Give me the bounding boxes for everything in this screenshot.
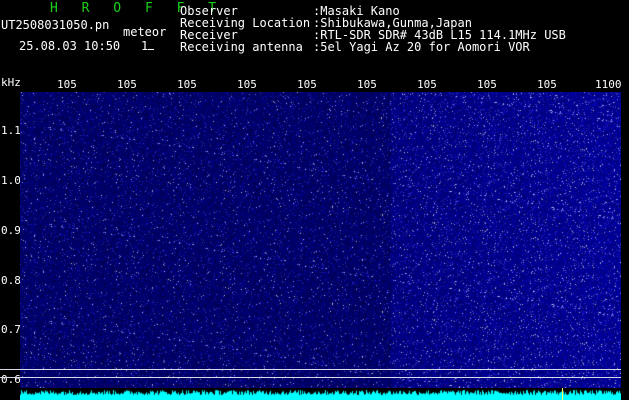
y-tick-2: 1.0	[1, 174, 21, 187]
signal-level-trace	[20, 388, 621, 400]
x-tick-3: 105	[177, 78, 197, 91]
y-tick-1: 1.1	[1, 124, 21, 137]
x-tick-1: 105	[57, 78, 77, 91]
x-tick-5: 105	[297, 78, 317, 91]
filename-label: UT2508031050.pn	[1, 18, 110, 32]
x-tick-10: 1100	[595, 78, 622, 91]
reference-line-upper	[20, 369, 621, 370]
y-tick-6: 0.6	[1, 373, 21, 386]
count-underscore	[148, 49, 154, 50]
count-label: 1	[141, 39, 149, 53]
reference-line-lower-margin	[0, 377, 20, 378]
x-tick-6: 105	[357, 78, 377, 91]
reference-line-lower	[20, 377, 621, 378]
spectrogram-waterfall	[20, 92, 621, 388]
datetime-label: 25.08.03 10:50	[19, 39, 121, 53]
antenna-label: Receiving antenna	[180, 40, 303, 54]
y-tick-3: 0.9	[1, 224, 21, 237]
x-tick-9: 105	[537, 78, 557, 91]
meteor-label: meteor	[123, 25, 167, 39]
x-tick-2: 105	[117, 78, 137, 91]
reference-line-upper-margin	[0, 369, 20, 370]
x-tick-7: 105	[417, 78, 437, 91]
header-panel: H R O F F T UT2508031050.pn meteor 25.08…	[0, 0, 629, 75]
y-tick-5: 0.7	[1, 323, 21, 336]
x-tick-8: 105	[477, 78, 497, 91]
x-tick-4: 105	[237, 78, 257, 91]
antenna-value: :5el Yagi Az 20 for Aomori VOR	[313, 40, 530, 54]
y-unit-label: kHz	[1, 76, 21, 89]
y-tick-4: 0.8	[1, 274, 21, 287]
frequency-cursor-marker	[562, 388, 563, 400]
